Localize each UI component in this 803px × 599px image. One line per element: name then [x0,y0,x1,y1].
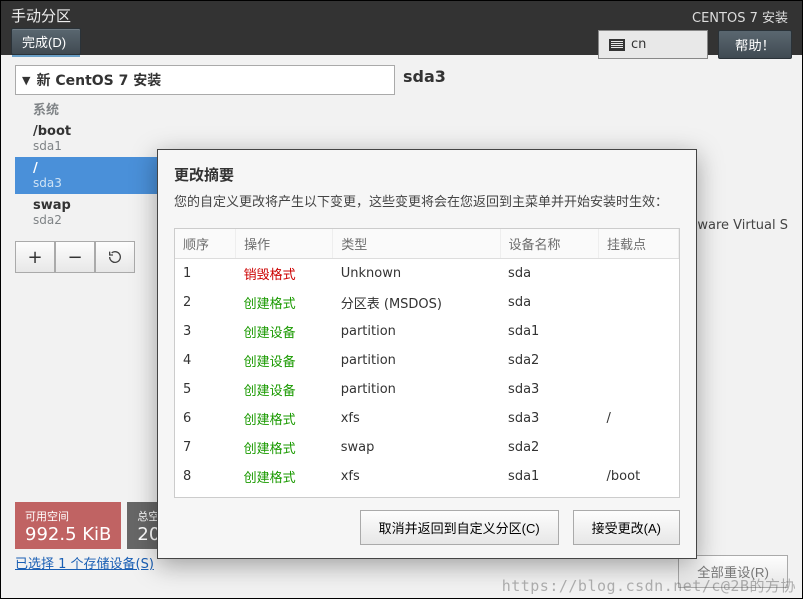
top-bar: 手动分区 完成(D) CENTOS 7 安装 cn 帮助！ [1,1,802,55]
table-header-row: 顺序 操作 类型 设备名称 挂载点 [175,229,679,259]
table-row[interactable]: 6创建格式xfssda3/ [175,404,679,433]
cancel-button[interactable]: 取消并返回到自定义分区(C) [360,510,559,545]
cell-type: 分区表 (MSDOS) [333,288,500,317]
installer-label: CENTOS 7 安装 [692,7,788,26]
page-title: 手动分区 [11,5,81,26]
col-op[interactable]: 操作 [236,229,333,259]
accept-button[interactable]: 接受更改(A) [573,510,680,545]
cell-device: sda1 [500,462,598,491]
top-bar-right: CENTOS 7 安装 cn 帮助！ [598,5,792,55]
refresh-icon [107,249,123,265]
done-button[interactable]: 完成(D) [11,28,81,55]
cell-op: 创建格式 [236,462,333,491]
cell-order: 5 [175,375,236,404]
cell-device: sda [500,288,598,317]
cell-type: partition [333,346,500,375]
cell-order: 7 [175,433,236,462]
cell-device: sda [500,259,598,289]
install-expander[interactable]: ▼ 新 CentOS 7 安装 [15,65,395,95]
cell-op: 创建格式 [236,288,333,317]
table-row[interactable]: 1销毁格式Unknownsda [175,259,679,289]
storage-devices-link[interactable]: 已选择 1 个存储设备(S) [15,557,154,572]
cell-op: 创建设备 [236,346,333,375]
table-row[interactable]: 5创建设备partitionsda3 [175,375,679,404]
cell-op: 创建格式 [236,404,333,433]
table-row[interactable]: 2创建格式分区表 (MSDOS)sda [175,288,679,317]
available-value: 992.5 KiB [25,524,111,545]
cell-mount [599,317,679,346]
cell-mount [599,259,679,289]
cell-order: 2 [175,288,236,317]
help-button[interactable]: 帮助！ [718,30,792,59]
dialog-title: 更改摘要 [174,164,680,185]
changes-table-wrap[interactable]: 顺序 操作 类型 设备名称 挂载点 1销毁格式Unknownsda2创建格式分区… [174,228,680,498]
cell-op: 创建设备 [236,317,333,346]
cell-device: sda2 [500,433,598,462]
col-device[interactable]: 设备名称 [500,229,598,259]
cell-type: xfs [333,404,500,433]
changes-summary-dialog: 更改摘要 您的自定义更改将产生以下变更，这些变更将会在您返回到主菜单并开始安装时… [157,149,697,559]
cell-order: 4 [175,346,236,375]
right-title: sda3 [403,65,788,88]
cell-op: 销毁格式 [236,259,333,289]
add-button[interactable]: + [15,241,55,273]
dialog-buttons: 取消并返回到自定义分区(C) 接受更改(A) [158,498,696,557]
chevron-down-icon: ▼ [22,74,30,87]
table-row[interactable]: 3创建设备partitionsda1 [175,317,679,346]
cell-type: Unknown [333,259,500,289]
cell-order: 6 [175,404,236,433]
cell-device: sda2 [500,346,598,375]
cell-mount [599,433,679,462]
keyboard-icon [609,39,625,51]
available-label: 可用空间 [25,508,111,524]
cell-type: partition [333,375,500,404]
cell-device: sda3 [500,375,598,404]
top-bar-left: 手动分区 完成(D) [11,5,81,55]
dialog-desc: 您的自定义更改将产生以下变更，这些变更将会在您返回到主菜单并开始安装时生效： [174,191,680,210]
cell-mount [599,288,679,317]
reset-all-button[interactable]: 全部重设(R) [678,555,788,588]
keyboard-indicator[interactable]: cn [598,30,708,59]
col-mount[interactable]: 挂载点 [599,229,679,259]
table-row[interactable]: 4创建设备partitionsda2 [175,346,679,375]
cell-type: partition [333,317,500,346]
cell-device: sda3 [500,404,598,433]
dialog-body: 更改摘要 您的自定义更改将产生以下变更，这些变更将会在您返回到主菜单并开始安装时… [158,150,696,228]
cell-mount [599,375,679,404]
cell-mount: / [599,404,679,433]
cell-order: 3 [175,317,236,346]
remove-button[interactable]: − [55,241,95,273]
refresh-button[interactable] [95,241,135,273]
table-row[interactable]: 8创建格式xfssda1/boot [175,462,679,491]
changes-table: 顺序 操作 类型 设备名称 挂载点 1销毁格式Unknownsda2创建格式分区… [175,229,679,491]
cell-op: 创建设备 [236,375,333,404]
cell-order: 8 [175,462,236,491]
expander-label: 新 CentOS 7 安装 [36,70,161,90]
partition-name: /boot [33,124,377,139]
keyboard-layout: cn [631,37,646,52]
section-system: 系统 [15,97,395,120]
col-order[interactable]: 顺序 [175,229,236,259]
cell-type: swap [333,433,500,462]
available-space-badge: 可用空间 992.5 KiB [15,502,121,549]
col-type[interactable]: 类型 [333,229,500,259]
cell-order: 1 [175,259,236,289]
table-row[interactable]: 7创建格式swapsda2 [175,433,679,462]
cell-mount [599,346,679,375]
cell-device: sda1 [500,317,598,346]
cell-type: xfs [333,462,500,491]
cell-op: 创建格式 [236,433,333,462]
cell-mount: /boot [599,462,679,491]
